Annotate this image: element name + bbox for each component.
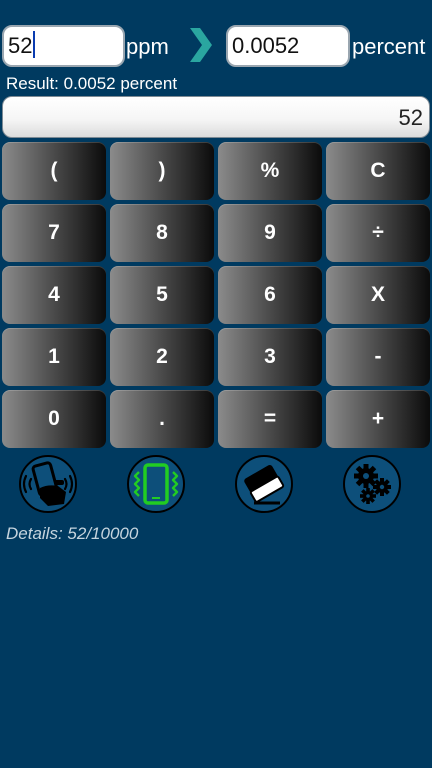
- to-unit-selector[interactable]: percent: [352, 33, 425, 61]
- calculator-display[interactable]: 52: [2, 96, 430, 138]
- key-divide[interactable]: ÷: [326, 204, 430, 262]
- settings-gears-icon: [343, 455, 401, 513]
- key-plus[interactable]: +: [326, 390, 430, 448]
- vibrate-phone-button[interactable]: [126, 454, 186, 514]
- key-multiply[interactable]: X: [326, 266, 430, 324]
- key-percent[interactable]: %: [218, 142, 322, 200]
- key-7[interactable]: 7: [2, 204, 106, 262]
- key-8[interactable]: 8: [110, 204, 214, 262]
- shake-phone-button[interactable]: [18, 454, 78, 514]
- key-decimal[interactable]: .: [110, 390, 214, 448]
- eraser-button[interactable]: [234, 454, 294, 514]
- eraser-icon: [235, 455, 293, 513]
- key-minus[interactable]: -: [326, 328, 430, 386]
- key-3[interactable]: 3: [218, 328, 322, 386]
- key-9[interactable]: 9: [218, 204, 322, 262]
- vibrate-phone-icon: [127, 455, 185, 513]
- key-0[interactable]: 0: [2, 390, 106, 448]
- key-1[interactable]: 1: [2, 328, 106, 386]
- key-5[interactable]: 5: [110, 266, 214, 324]
- key-4[interactable]: 4: [2, 266, 106, 324]
- result-text: Result: 0.0052 percent: [6, 74, 178, 93]
- key-2[interactable]: 2: [110, 328, 214, 386]
- from-value-input[interactable]: 52: [2, 25, 125, 67]
- details-text: Details: 52/10000: [6, 524, 139, 543]
- key-equals[interactable]: =: [218, 390, 322, 448]
- from-unit-selector[interactable]: ppm: [126, 33, 169, 61]
- key-close-paren[interactable]: ): [110, 142, 214, 200]
- settings-button[interactable]: [342, 454, 402, 514]
- from-value-text: 52: [8, 33, 33, 58]
- chevron-right-icon[interactable]: [186, 26, 214, 64]
- key-6[interactable]: 6: [218, 266, 322, 324]
- calculator-app: 52 ppm 0.0052 percent Result: 0.0052 per…: [0, 0, 432, 768]
- shake-phone-icon: [19, 455, 77, 513]
- key-clear[interactable]: C: [326, 142, 430, 200]
- to-value-field[interactable]: 0.0052: [226, 25, 350, 67]
- text-cursor: [33, 31, 36, 58]
- key-open-paren[interactable]: (: [2, 142, 106, 200]
